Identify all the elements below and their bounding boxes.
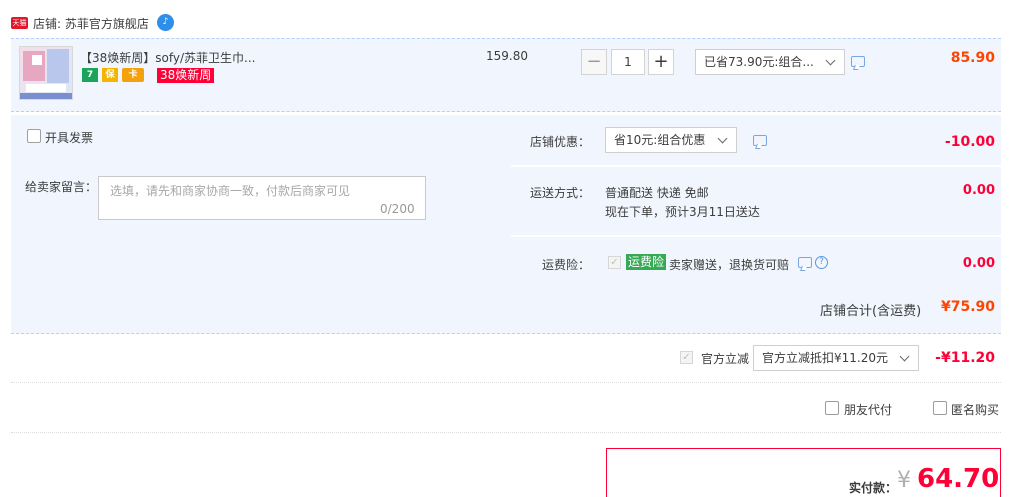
comment-icon[interactable]: [798, 257, 812, 268]
insurance-amount: 0.00: [962, 256, 995, 271]
anonymous-label[interactable]: 匿名购买: [951, 401, 999, 418]
payment-label: 实付款：: [849, 481, 898, 495]
shipping-eta: 现在下单，预计3月11日送达: [605, 205, 760, 219]
product-title-link[interactable]: 【38焕新周】sofy/苏菲卫生巾...: [80, 49, 280, 66]
quantity-decrease-button[interactable]: −: [581, 49, 607, 75]
help-icon[interactable]: ?: [815, 256, 828, 269]
divider: [11, 432, 1001, 433]
shop-discount-select[interactable]: 省10元:组合优惠: [605, 127, 737, 153]
friend-pay-checkbox[interactable]: [825, 401, 839, 415]
tmall-logo-icon: 天猫: [11, 17, 28, 29]
credit-card-icon: 卡: [122, 68, 144, 82]
quantity-increase-button[interactable]: +: [648, 49, 674, 75]
invoice-label[interactable]: 开具发票: [45, 129, 93, 146]
promo-tag: 38焕新周: [157, 68, 215, 83]
insurance-label: 运费险：: [542, 258, 591, 272]
shop-discount-value: 省10元:组合优惠: [614, 133, 706, 147]
official-discount-select[interactable]: 官方立减抵扣¥11.20元: [753, 345, 919, 371]
item-discount-select[interactable]: 已省73.90元:组合...: [695, 49, 845, 75]
insurance-badge: 运费险: [626, 254, 667, 270]
shipping-row: [511, 167, 1001, 235]
currency-symbol: ¥: [897, 468, 911, 493]
chevron-down-icon: [825, 50, 837, 74]
message-placeholder: 选填，请先和商家协商一致，付款后商家可见: [110, 184, 351, 198]
product-thumbnail[interactable]: [19, 46, 73, 100]
guarantee-icon: 保: [102, 68, 118, 82]
shipping-amount: 0.00: [962, 183, 995, 198]
official-discount-amount: -¥11.20: [935, 350, 995, 366]
shipping-method: 普通配送 快递 免邮: [605, 186, 709, 200]
official-discount-label: 官方立减: [701, 352, 750, 366]
shop-total-value: ¥75.90: [940, 299, 995, 315]
invoice-checkbox[interactable]: [27, 129, 41, 143]
payment-amount: 64.70: [917, 464, 1000, 494]
insurance-checkbox: ✓: [608, 256, 621, 269]
comment-icon[interactable]: [851, 56, 865, 67]
shop-discount-label: 店铺优惠：: [530, 135, 591, 149]
shop-name[interactable]: 店铺: 苏菲官方旗舰店: [33, 15, 149, 32]
shop-discount-amount: -10.00: [944, 134, 995, 150]
quantity-input[interactable]: 1: [611, 49, 645, 75]
chevron-down-icon: [717, 128, 729, 152]
anonymous-checkbox[interactable]: [933, 401, 947, 415]
friend-pay-label[interactable]: 朋友代付: [844, 401, 892, 418]
item-subtotal: 85.90: [950, 50, 995, 66]
message-label: 给卖家留言：: [25, 180, 98, 194]
message-char-count: 0/200: [380, 202, 415, 216]
comment-icon[interactable]: [753, 135, 767, 146]
shop-total-label: 店铺合计(含运费): [820, 304, 922, 319]
shipping-label: 运送方式：: [530, 186, 591, 200]
item-discount-value: 已省73.90元:组合...: [704, 55, 814, 69]
official-discount-checkbox: ✓: [680, 351, 693, 364]
insurance-text: 卖家赠送，退换货可赔: [669, 258, 790, 272]
unit-price: 159.80: [486, 49, 528, 63]
divider: [11, 382, 1001, 383]
seven-day-return-icon: 7: [82, 68, 98, 82]
chevron-down-icon: [899, 346, 911, 370]
official-discount-value: 官方立减抵扣¥11.20元: [762, 351, 888, 365]
wangwang-chat-icon[interactable]: ♪: [157, 14, 174, 31]
